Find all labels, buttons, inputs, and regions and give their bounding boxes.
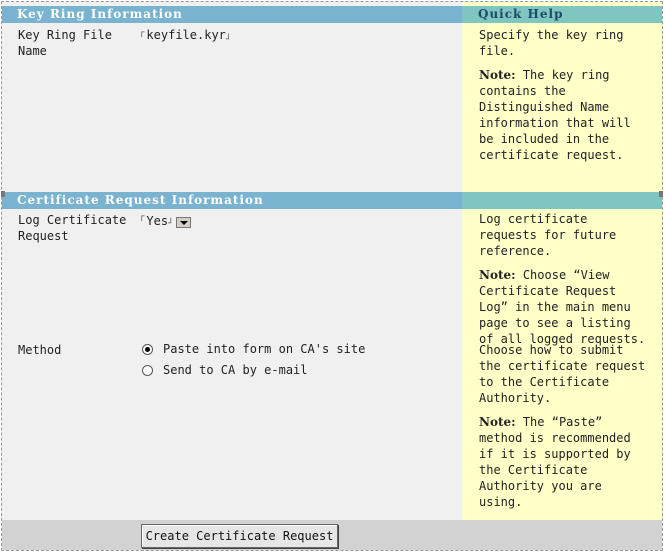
- cert-request-section-title: Certificate Request Information: [17, 193, 264, 207]
- log-request-help: Log certificate requests for future refe…: [479, 211, 649, 355]
- create-certificate-request-button[interactable]: Create Certificate Request: [141, 524, 338, 548]
- help-header-band: [462, 192, 662, 209]
- field-corner-icon: ┌: [139, 28, 145, 38]
- key-ring-help: Specify the key ring file. Note: The key…: [479, 27, 649, 171]
- method-option-paste[interactable]: Paste into form on CA's site: [142, 342, 365, 356]
- method-help-text: Choose how to submit the certificate req…: [479, 343, 646, 405]
- method-help: Choose how to submit the certificate req…: [479, 342, 649, 518]
- note-label: Note:: [479, 268, 516, 282]
- chevron-down-icon[interactable]: [175, 216, 191, 228]
- quick-help-header: Quick Help: [462, 6, 662, 23]
- key-ring-file-value[interactable]: keyfile.kyr: [146, 28, 225, 42]
- method-option-email[interactable]: Send to CA by e-mail: [142, 363, 308, 377]
- log-request-select[interactable]: ┌ Yes ┘: [139, 212, 191, 229]
- method-label: Method: [18, 343, 62, 357]
- key-ring-section-header: Key Ring Information: [2, 6, 462, 23]
- cert-request-section-header: Certificate Request Information: [2, 192, 462, 209]
- method-option-label: Paste into form on CA's site: [163, 342, 366, 356]
- log-request-value: Yes: [146, 213, 169, 228]
- key-ring-help-note: Note: The key ring contains the Distingu…: [479, 68, 631, 162]
- form-area: [2, 2, 462, 550]
- quick-help-title: Quick Help: [478, 7, 564, 21]
- radio-button[interactable]: [142, 364, 153, 376]
- key-ring-help-text: Specify the key ring file.: [479, 28, 624, 58]
- method-option-label: Send to CA by e-mail: [163, 363, 308, 377]
- note-label: Note:: [479, 68, 516, 82]
- key-ring-section-title: Key Ring Information: [17, 7, 183, 21]
- radio-button-checked[interactable]: [142, 343, 153, 355]
- form-frame: Key Ring Information Quick Help Key Ring…: [1, 1, 663, 551]
- method-help-note: Note: The “Paste” method is recommended …: [479, 415, 631, 509]
- key-ring-file-label: Key Ring File Name: [18, 28, 112, 58]
- log-request-help-text: Log certificate requests for future refe…: [479, 212, 617, 258]
- left-resize-handle: [1, 191, 5, 197]
- note-label: Note:: [479, 415, 516, 429]
- field-corner-end-icon: ┘: [168, 219, 174, 229]
- log-request-label: Log Certificate Request: [18, 213, 127, 243]
- log-request-help-note: Note: Choose “View Certificate Request L…: [479, 268, 646, 346]
- field-corner-end-icon: ┘: [225, 35, 232, 45]
- key-ring-file-field[interactable]: ┌ keyfile.kyr ┘: [139, 28, 231, 45]
- log-request-select-box[interactable]: Yes ┘: [144, 212, 191, 229]
- right-resize-handle: [659, 191, 663, 197]
